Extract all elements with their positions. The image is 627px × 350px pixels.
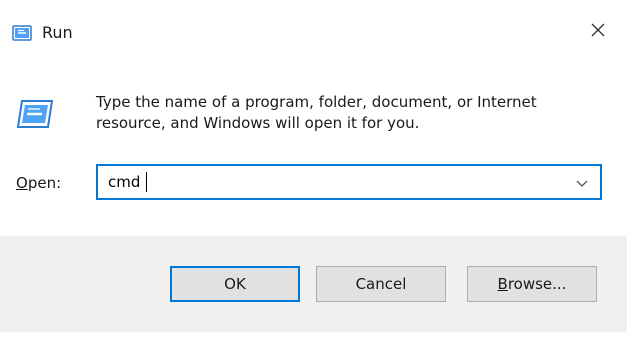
dialog-body: Type the name of a program, folder, docu… — [0, 62, 627, 236]
button-bar: OK Cancel Browse... — [0, 236, 627, 332]
window-title: Run — [42, 23, 73, 42]
text-cursor — [146, 172, 147, 192]
open-label: Open: — [16, 174, 61, 192]
open-input[interactable] — [98, 166, 568, 198]
dropdown-button[interactable] — [568, 166, 596, 198]
run-dialog: Run Type the name of a program, folder, … — [0, 0, 627, 350]
title-bar: Run — [0, 0, 627, 62]
cancel-button[interactable]: Cancel — [316, 266, 446, 302]
run-icon — [12, 25, 32, 41]
close-icon — [590, 22, 606, 42]
browse-button[interactable]: Browse... — [467, 266, 597, 302]
open-label-mnemonic: O — [16, 174, 28, 192]
close-button[interactable] — [580, 14, 616, 50]
run-icon-large — [16, 98, 54, 130]
bottom-strip — [0, 332, 627, 350]
browse-mnemonic: B — [497, 275, 508, 293]
open-combobox[interactable] — [96, 164, 602, 200]
open-label-rest: pen: — [27, 174, 62, 192]
ok-button[interactable]: OK — [170, 266, 300, 302]
browse-label-rest: rowse... — [507, 275, 567, 293]
chevron-down-icon — [575, 173, 589, 192]
dialog-description: Type the name of a program, folder, docu… — [96, 93, 537, 132]
